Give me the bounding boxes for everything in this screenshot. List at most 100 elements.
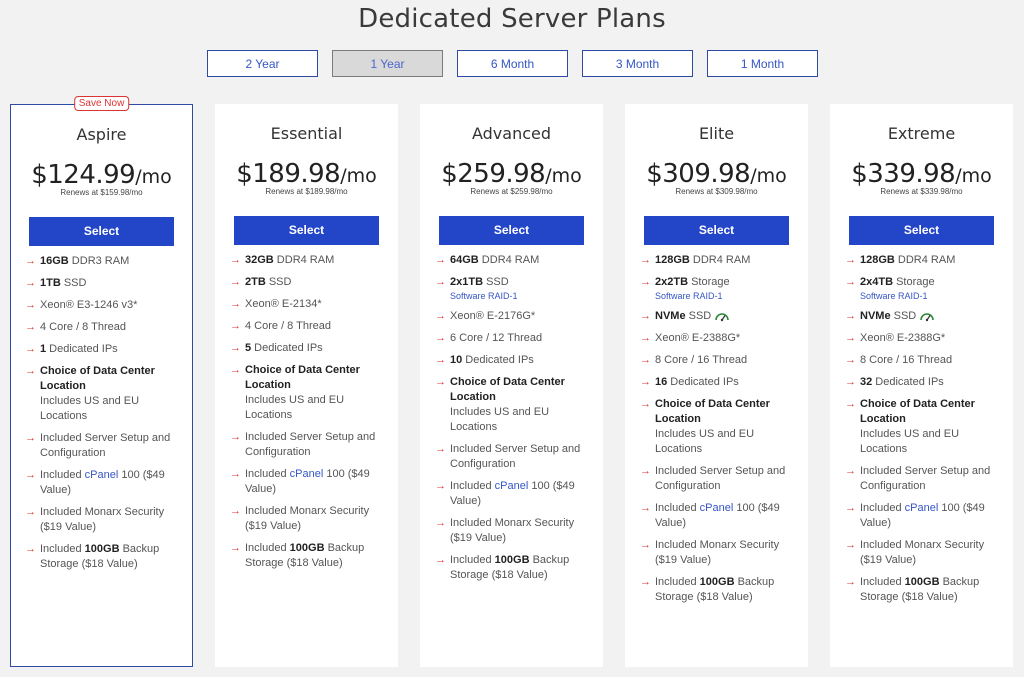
plan-cards: Save Now Aspire $124.99/mo Renews at $159.9… xyxy=(10,96,1013,667)
right-arrow-icon: → xyxy=(435,254,446,266)
feature-text: Storage xyxy=(893,276,935,288)
feature-prefix: Included xyxy=(655,576,700,588)
feature-highlight: 32 xyxy=(860,376,873,388)
feature-highlight: 100GB xyxy=(904,576,940,588)
feature-prefix: Included xyxy=(655,502,700,514)
right-arrow-icon: → xyxy=(25,255,36,267)
tab-6-month[interactable]: 6 Month xyxy=(457,50,568,77)
feature-item: → Included cPanel 100 ($49 Value) xyxy=(640,501,793,531)
feature-item: → Included cPanel 100 ($49 Value) xyxy=(25,468,178,498)
feature-text: Xeon® E-2388G* xyxy=(860,332,946,344)
tab-1-year[interactable]: 1 Year xyxy=(332,50,443,77)
cpanel-link[interactable]: cPanel xyxy=(495,480,529,492)
feature-item: → Included Monarx Security ($19 Value) xyxy=(230,504,383,534)
feature-highlight: Choice of Data Center Location xyxy=(40,365,155,392)
plan-card-aspire: Save Now Aspire $124.99/mo Renews at $159.9… xyxy=(10,96,193,667)
plan-price: $339.98/mo xyxy=(845,159,998,189)
feature-item: → Choice of Data Center Location Includes … xyxy=(25,364,178,424)
feature-item: → Included Monarx Security ($19 Value) xyxy=(640,538,793,568)
feature-item: → Included Monarx Security ($19 Value) xyxy=(435,516,588,546)
feature-item: → 16 Dedicated IPs xyxy=(640,375,793,390)
feature-text: Includes US and EU Locations xyxy=(860,428,960,455)
feature-highlight: 100GB xyxy=(84,543,120,555)
feature-item: → 4 Core / 8 Thread xyxy=(230,319,383,334)
cpanel-link[interactable]: cPanel xyxy=(85,469,119,481)
feature-text: Dedicated IPs xyxy=(462,354,534,366)
feature-text: 8 Core / 16 Thread xyxy=(860,354,953,366)
select-button[interactable]: Select xyxy=(439,216,584,245)
select-button[interactable]: Select xyxy=(234,216,379,245)
feature-highlight: 100GB xyxy=(494,554,530,566)
speedometer-icon xyxy=(920,312,935,321)
select-button[interactable]: Select xyxy=(849,216,994,245)
feature-item: → Included Server Setup and Configuration xyxy=(845,464,998,494)
feature-prefix: Included xyxy=(40,543,85,555)
tab-1-month[interactable]: 1 Month xyxy=(707,50,818,77)
feature-item: → 128GB DDR4 RAM xyxy=(640,253,793,268)
price-period: /mo xyxy=(340,165,377,187)
feature-item: → 16GB DDR3 RAM xyxy=(25,254,178,269)
plan-card-extreme: Extreme $339.98/mo Renews at $339.98/mo Sel… xyxy=(830,104,1013,667)
raid-note: Software RAID-1 xyxy=(860,291,928,301)
feature-item: → Xeon® E-2388G* xyxy=(845,331,998,346)
feature-highlight: 16GB xyxy=(40,255,69,267)
feature-item: → 5 Dedicated IPs xyxy=(230,341,383,356)
right-arrow-icon: → xyxy=(435,443,446,455)
feature-item: → Included 100GB Backup Storage ($18 Valu… xyxy=(435,553,588,583)
feature-text: Included Server Setup and Configuration xyxy=(860,465,991,492)
feature-highlight: Choice of Data Center Location xyxy=(860,398,975,425)
right-arrow-icon: → xyxy=(25,321,36,333)
right-arrow-icon: → xyxy=(845,254,856,266)
right-arrow-icon: → xyxy=(845,398,856,410)
feature-list: → 16GB DDR3 RAM → 1TB SSD → Xeon® E3-1246 v3*… xyxy=(25,254,178,572)
plan-name: Extreme xyxy=(887,124,956,143)
tab-2-year[interactable]: 2 Year xyxy=(207,50,318,77)
save-now-badge: Save Now xyxy=(73,96,130,111)
price-period: /mo xyxy=(135,166,172,188)
feature-text: Included Monarx Security ($19 Value) xyxy=(40,506,165,533)
feature-highlight: Choice of Data Center Location xyxy=(450,376,565,403)
price-amount: $189.98 xyxy=(236,159,341,189)
right-arrow-icon: → xyxy=(435,517,446,529)
right-arrow-icon: → xyxy=(435,310,446,322)
feature-item: → 4 Core / 8 Thread xyxy=(25,320,178,335)
feature-text: DDR3 RAM xyxy=(68,255,130,267)
feature-text: Includes US and EU Locations xyxy=(40,395,140,422)
page-title: Dedicated Server Plans xyxy=(358,4,666,34)
feature-prefix: Included xyxy=(450,480,495,492)
feature-item: → Xeon® E-2134* xyxy=(230,297,383,312)
feature-prefix: Included xyxy=(245,542,290,554)
feature-item: → Included 100GB Backup Storage ($18 Valu… xyxy=(25,542,178,572)
select-button[interactable]: Select xyxy=(644,216,789,245)
plan-name: Essential xyxy=(270,124,343,143)
right-arrow-icon: → xyxy=(845,332,856,344)
feature-list: → 64GB DDR4 RAM → 2x1TB SSD Software RAID-1 →… xyxy=(435,253,588,583)
tab-3-month[interactable]: 3 Month xyxy=(582,50,693,77)
feature-item: → Xeon® E3-1246 v3* xyxy=(25,298,178,313)
feature-item: → NVMe SSD xyxy=(845,309,998,324)
right-arrow-icon: → xyxy=(845,539,856,551)
feature-item: → 2x1TB SSD Software RAID-1 xyxy=(435,275,588,302)
select-button[interactable]: Select xyxy=(29,217,174,246)
feature-highlight: NVMe xyxy=(655,310,686,322)
right-arrow-icon: → xyxy=(230,342,241,354)
feature-text: Included Server Setup and Configuration xyxy=(450,443,581,470)
feature-item: → Included Server Setup and Configuration xyxy=(435,442,588,472)
feature-text: 6 Core / 12 Thread xyxy=(450,332,543,344)
cpanel-link[interactable]: cPanel xyxy=(905,502,939,514)
feature-highlight: 16 xyxy=(655,376,668,388)
feature-item: → Included Server Setup and Configuration xyxy=(25,431,178,461)
plan-name: Aspire xyxy=(76,125,127,144)
cpanel-link[interactable]: cPanel xyxy=(700,502,734,514)
feature-text: Storage xyxy=(688,276,730,288)
feature-prefix: Included xyxy=(40,469,85,481)
price-amount: $124.99 xyxy=(31,160,136,190)
feature-item: → 6 Core / 12 Thread xyxy=(435,331,588,346)
right-arrow-icon: → xyxy=(640,354,651,366)
right-arrow-icon: → xyxy=(230,320,241,332)
right-arrow-icon: → xyxy=(435,354,446,366)
cpanel-link[interactable]: cPanel xyxy=(290,468,324,480)
feature-item: → Included Monarx Security ($19 Value) xyxy=(845,538,998,568)
feature-highlight: 100GB xyxy=(699,576,735,588)
feature-item: → 10 Dedicated IPs xyxy=(435,353,588,368)
